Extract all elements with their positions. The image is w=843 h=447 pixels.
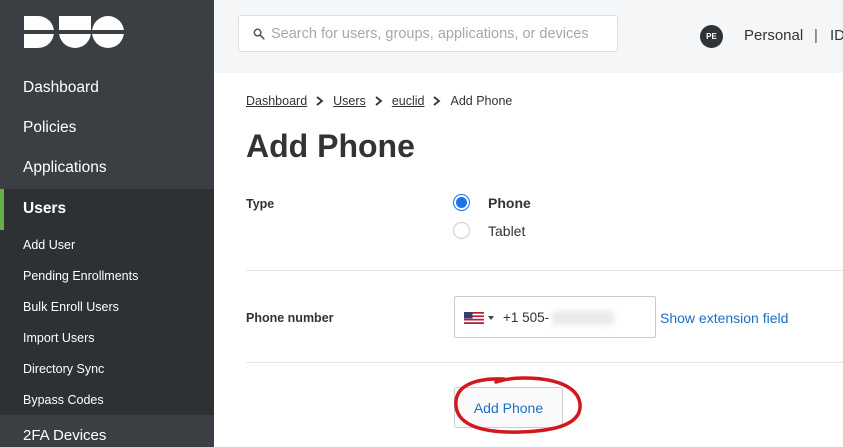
- nav-users[interactable]: Users: [0, 189, 214, 230]
- page-title: Add Phone: [246, 128, 415, 164]
- redacted-digits: [552, 311, 614, 325]
- breadcrumb-current: Add Phone: [450, 94, 513, 108]
- nav-bulk-enroll-users[interactable]: Bulk Enroll Users: [23, 300, 119, 314]
- nav-dashboard[interactable]: Dashboard: [0, 68, 214, 108]
- search-box: [238, 15, 618, 52]
- phone-number-input[interactable]: +1 505-: [454, 296, 656, 338]
- breadcrumb-dashboard[interactable]: Dashboard: [246, 94, 307, 108]
- nav-applications[interactable]: Applications: [0, 148, 214, 188]
- divider: [246, 362, 843, 363]
- breadcrumb-users[interactable]: Users: [333, 94, 366, 108]
- chevron-right-icon: [433, 96, 441, 106]
- phone-number-label: Phone number: [246, 311, 334, 325]
- chevron-right-icon: [316, 96, 324, 106]
- search-input[interactable]: [271, 16, 611, 51]
- phone-number-value: +1 505-: [503, 310, 550, 325]
- duo-logo[interactable]: [22, 14, 124, 50]
- users-submenu: Add User Pending Enrollments Bulk Enroll…: [0, 230, 214, 415]
- show-extension-link[interactable]: Show extension field: [660, 310, 788, 326]
- account-id[interactable]: ID: [830, 27, 843, 44]
- nav-pending-enrollments[interactable]: Pending Enrollments: [23, 269, 138, 283]
- chevron-right-icon: [375, 96, 383, 106]
- search-icon: [253, 28, 265, 40]
- radio-phone-label[interactable]: Phone: [488, 195, 531, 211]
- radio-tablet-label[interactable]: Tablet: [488, 223, 525, 239]
- nav-users-label: Users: [23, 200, 67, 217]
- breadcrumb-euclid[interactable]: euclid: [392, 94, 425, 108]
- nav-import-users[interactable]: Import Users: [23, 331, 95, 345]
- nav-policies[interactable]: Policies: [0, 108, 214, 148]
- type-label: Type: [246, 197, 275, 211]
- radio-phone[interactable]: [453, 194, 470, 211]
- nav-bypass-codes[interactable]: Bypass Codes: [23, 393, 104, 407]
- sidebar: Dashboard Policies Applications Users Ad…: [0, 0, 214, 447]
- top-header: PE Personal | ID: [214, 0, 843, 73]
- radio-tablet[interactable]: [453, 222, 470, 239]
- add-phone-button[interactable]: Add Phone: [454, 387, 563, 428]
- header-separator: |: [814, 27, 818, 44]
- breadcrumb: Dashboard Users euclid Add Phone: [246, 94, 512, 108]
- account-name[interactable]: Personal: [744, 27, 803, 44]
- nav-add-user[interactable]: Add User: [23, 238, 75, 252]
- nav-2fa-devices[interactable]: 2FA Devices: [23, 427, 106, 444]
- nav-directory-sync[interactable]: Directory Sync: [23, 362, 104, 376]
- country-dropdown-caret[interactable]: [488, 316, 494, 320]
- avatar[interactable]: PE: [700, 25, 723, 48]
- us-flag-icon[interactable]: [464, 312, 484, 324]
- divider: [246, 270, 843, 271]
